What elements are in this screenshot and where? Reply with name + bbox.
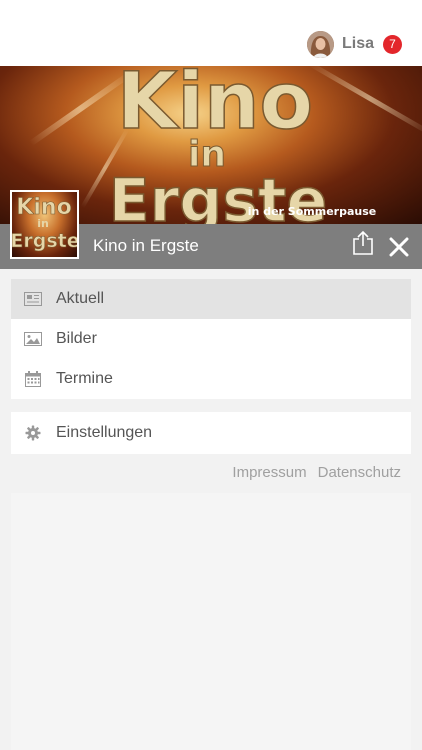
menu-label-aktuell: Aktuell [56,290,105,307]
avatar[interactable] [306,30,334,58]
content-area [11,493,411,750]
user-name[interactable]: Lisa [342,35,374,53]
main-menu: Aktuell Bilder Termine [11,279,411,399]
impressum-link[interactable]: Impressum [232,464,306,481]
gear-icon [24,424,42,442]
share-icon [353,230,373,255]
menu-label-einstellungen: Einstellungen [56,424,153,441]
share-button[interactable] [352,230,374,256]
newspaper-icon [24,290,42,308]
page-title: Kino in Ergste [93,236,199,255]
menu-label-bilder: Bilder [56,330,97,347]
close-button[interactable] [388,236,410,258]
calendar-icon [24,370,42,388]
image-icon [24,330,42,348]
menu-item-einstellungen[interactable]: Einstellungen [11,412,411,454]
notification-badge[interactable]: 7 [383,34,402,54]
menu-item-termine[interactable]: Termine [11,359,411,399]
settings-menu: Einstellungen [11,412,411,454]
banner-subtitle: in der Sommerpause [248,205,376,218]
top-bar: Lisa 7 [0,0,422,66]
page-thumbnail: Kino in Ergste [10,190,79,259]
menu-item-aktuell[interactable]: Aktuell [11,279,411,319]
close-icon [389,237,409,257]
footer-links: Impressum Datenschutz [232,464,401,481]
menu-item-bilder[interactable]: Bilder [11,319,411,359]
menu-label-termine: Termine [56,370,113,387]
thumb-line3: Ergste [12,230,77,252]
datenschutz-link[interactable]: Datenschutz [318,464,401,481]
thumb-line2: in [37,217,49,230]
user-menu[interactable]: Lisa 7 [306,30,402,58]
